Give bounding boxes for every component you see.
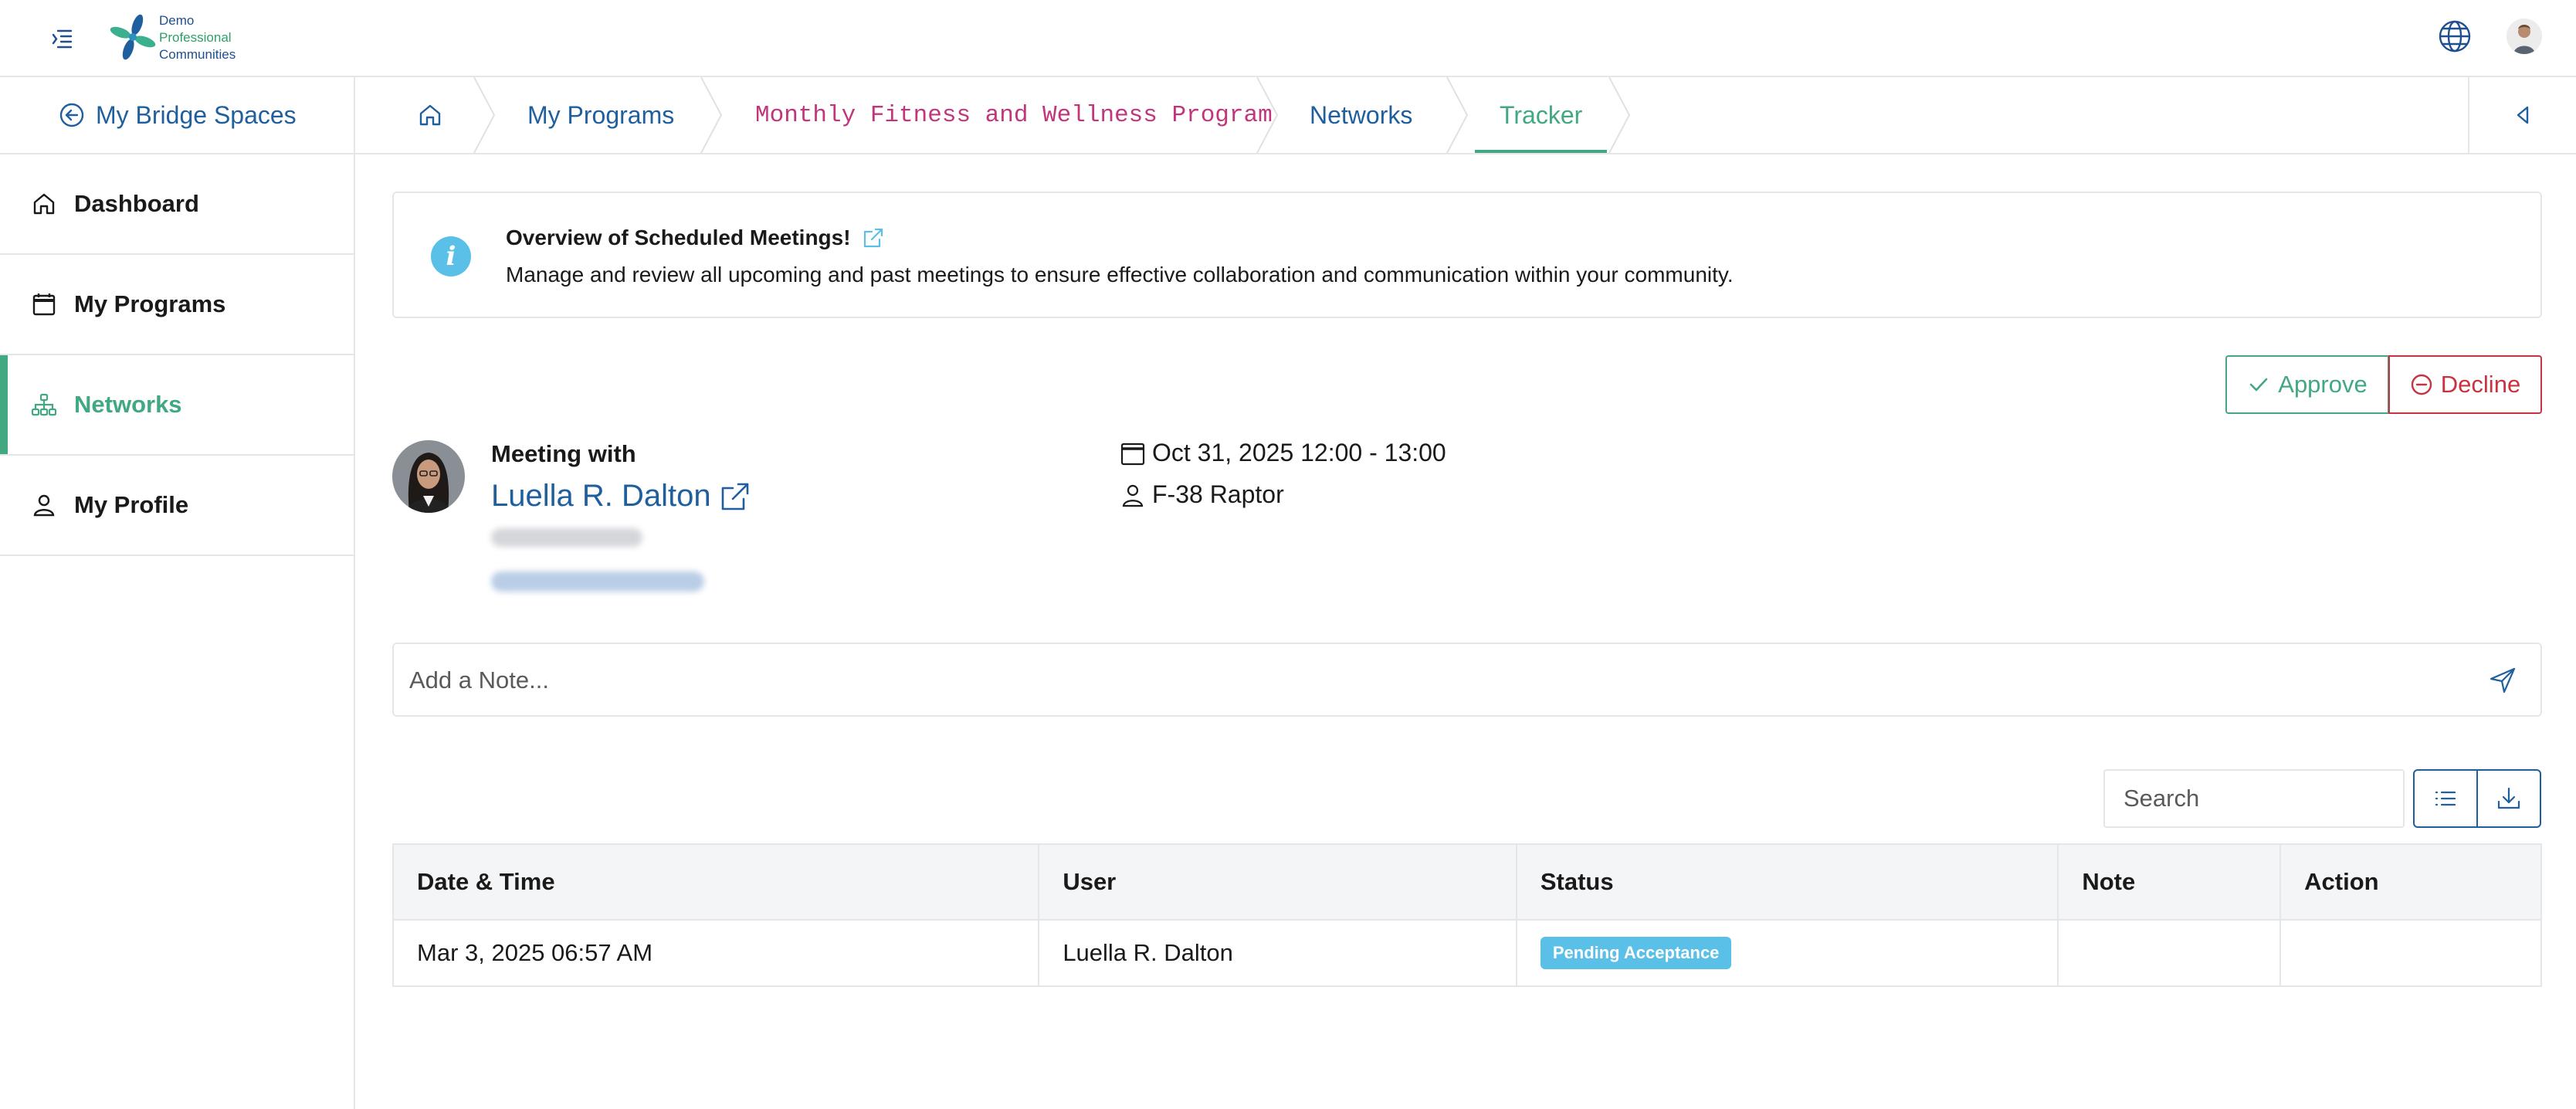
arrow-left-circle-icon [59, 103, 84, 127]
cell-note [2057, 919, 2282, 987]
back-to-bridge-spaces-link[interactable]: My Bridge Spaces [0, 77, 354, 154]
breadcrumb-tracker[interactable]: Tracker [1474, 77, 1608, 153]
attendee-name-link[interactable]: Luella R. Dalton [491, 479, 751, 514]
status-badge: Pending Acceptance [1540, 937, 1732, 969]
column-header-note[interactable]: Note [2057, 843, 2282, 921]
globe-icon[interactable] [2437, 19, 2473, 54]
info-banner: i Overview of Scheduled Meetings! Manage… [392, 192, 2542, 318]
breadcrumb-separator-icon [1446, 77, 1469, 153]
sidebar-item-my-profile[interactable]: My Profile [0, 456, 354, 556]
breadcrumb-separator-icon [1608, 77, 1631, 153]
search-box [2103, 769, 2405, 828]
breadcrumb-separator-icon [473, 77, 496, 153]
check-icon [2249, 378, 2268, 392]
brand-name: Demo Professional Communities [159, 12, 236, 63]
external-link-icon[interactable] [862, 226, 885, 249]
collapse-panel-button[interactable] [2468, 77, 2576, 153]
meeting-location: F-38 Raptor [1120, 480, 1284, 509]
minus-circle-icon [2411, 374, 2432, 395]
note-box [392, 643, 2542, 717]
sidebar: My Bridge Spaces Dashboard My Programs N… [0, 77, 355, 1109]
sidebar-item-label: Dashboard [74, 190, 199, 217]
redacted-email [491, 571, 704, 592]
brand-line-2: Professional [159, 30, 232, 45]
cell-datetime: Mar 3, 2025 06:57 AM [391, 919, 1040, 987]
approve-button[interactable]: Approve [2225, 355, 2389, 414]
note-input[interactable] [409, 655, 2463, 706]
breadcrumb-separator-icon [700, 77, 723, 153]
approve-label: Approve [2278, 371, 2368, 398]
column-header-action[interactable]: Action [2279, 843, 2542, 921]
calendar-icon [1120, 443, 1145, 465]
meeting-with-label: Meeting with [491, 440, 636, 467]
calendar-icon [32, 293, 56, 316]
info-description: Manage and review all upcoming and past … [506, 263, 1734, 287]
sidebar-item-label: Networks [74, 391, 182, 418]
external-link-icon [721, 483, 748, 510]
info-title-text: Overview of Scheduled Meetings! [506, 226, 851, 249]
meeting-datetime: Oct 31, 2025 12:00 - 13:00 [1120, 439, 1446, 467]
info-title: Overview of Scheduled Meetings! [506, 226, 885, 250]
list-view-button[interactable] [2413, 769, 2478, 828]
column-header-user[interactable]: User [1038, 843, 1517, 921]
breadcrumb: My Programs Monthly Fitness and Wellness… [355, 77, 2576, 154]
sidebar-item-label: My Programs [74, 290, 226, 317]
sidebar-item-label: My Profile [74, 491, 189, 518]
list-icon [2435, 791, 2456, 806]
cell-user: Luella R. Dalton [1038, 919, 1517, 987]
decline-label: Decline [2440, 371, 2521, 398]
breadcrumb-networks[interactable]: Networks [1310, 77, 1412, 153]
back-link-label: My Bridge Spaces [96, 100, 297, 129]
cell-status: Pending Acceptance [1515, 919, 2059, 987]
download-button[interactable] [2476, 769, 2541, 828]
attendee-name: Luella R. Dalton [491, 479, 711, 513]
brand-line-1: Demo [159, 13, 195, 28]
meeting-datetime-text: Oct 31, 2025 12:00 - 13:00 [1152, 439, 1446, 466]
breadcrumb-program[interactable]: Monthly Fitness and Wellness Program [755, 77, 1273, 153]
network-icon [31, 393, 57, 416]
sidebar-item-dashboard[interactable]: Dashboard [0, 154, 354, 255]
meeting-location-text: F-38 Raptor [1152, 480, 1284, 508]
cell-action [2279, 919, 2542, 987]
breadcrumb-my-programs[interactable]: My Programs [527, 77, 674, 153]
search-input[interactable] [2105, 771, 2403, 826]
sidebar-item-networks[interactable]: Networks [0, 355, 354, 456]
user-icon [33, 494, 55, 517]
meeting-history-table: Date & Time User Status Note Action Mar … [391, 843, 2542, 987]
table-row: Mar 3, 2025 06:57 AM Luella R. Dalton Pe… [391, 919, 2542, 987]
redacted-phone [491, 528, 642, 547]
home-icon [33, 193, 55, 215]
download-icon [2497, 787, 2520, 809]
attendee-avatar [392, 440, 465, 513]
table-header-row: Date & Time User Status Note Action [391, 843, 2542, 921]
caret-left-icon [2517, 106, 2529, 124]
info-icon: i [431, 236, 471, 276]
top-bar: Demo Professional Communities [0, 0, 2576, 77]
decline-button[interactable]: Decline [2388, 355, 2542, 414]
column-header-status[interactable]: Status [1515, 843, 2059, 921]
home-icon[interactable] [417, 102, 443, 128]
sidebar-item-my-programs[interactable]: My Programs [0, 255, 354, 355]
breadcrumb-separator-icon [1256, 77, 1279, 153]
brand-line-3: Communities [159, 47, 236, 62]
location-user-icon [1122, 484, 1144, 507]
column-header-datetime[interactable]: Date & Time [391, 843, 1040, 921]
menu-toggle-icon[interactable] [48, 25, 76, 53]
user-avatar[interactable] [2507, 19, 2542, 54]
send-icon[interactable] [2488, 666, 2517, 695]
